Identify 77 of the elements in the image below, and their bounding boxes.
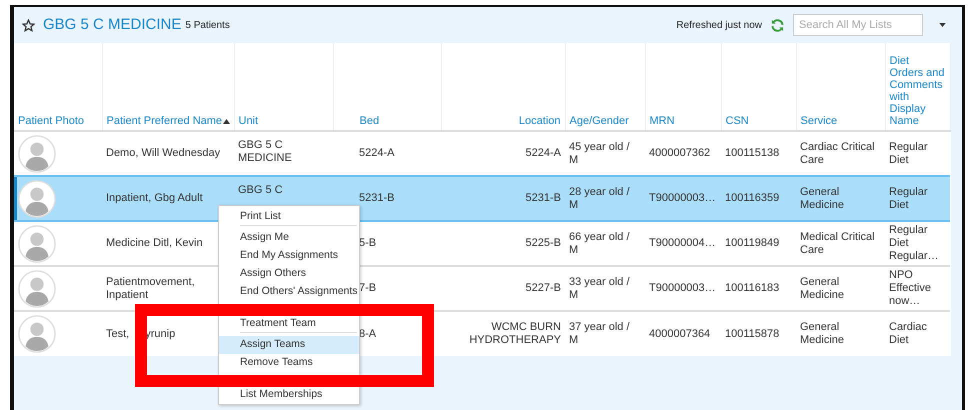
table-cell: Medical Critical Care [800, 230, 875, 256]
menu-item[interactable]: End My Assignments [219, 247, 359, 265]
sort-ascending-icon [222, 119, 230, 124]
table-cell: Medicine Ditl, Kevin [106, 237, 203, 249]
column-header[interactable]: Diet Orders and Comments with Display Name [890, 55, 946, 127]
table-cell: 5224-A [526, 147, 561, 159]
table-cell: T90000003… [649, 192, 716, 204]
caret-icon[interactable] [939, 23, 946, 27]
table-cell: 100115138 [725, 147, 780, 159]
table-cell: 5231-B [526, 192, 561, 204]
table-cell: NPO Effective now… [889, 269, 931, 307]
table-cell: 45 year old / M [569, 140, 630, 166]
table-cell: T90000004… [649, 237, 716, 249]
column-header[interactable]: Patient Preferred Name [106, 115, 222, 127]
table-cell: 5227-B [526, 282, 561, 294]
table-cell: 100116359 [725, 192, 780, 204]
table-cell: 4000007362 [649, 147, 710, 159]
table-cell: Demo, Will Wednesday [106, 147, 220, 159]
table-cell: 100116183 [725, 282, 780, 294]
menu-item[interactable]: Assign Teams [219, 336, 359, 354]
table-cell: 66 year old / M [569, 230, 630, 256]
table-cell: 5-B [359, 237, 376, 249]
table-cell: 5224-A [359, 147, 394, 159]
photo-cell[interactable] [14, 266, 102, 311]
refresh-icon[interactable] [770, 18, 785, 32]
avatar-icon [18, 134, 56, 172]
avatar-icon [18, 315, 56, 353]
patient-count: 5 Patients [185, 18, 230, 32]
table-cell: General Medicine [800, 186, 844, 210]
table-cell: Regular Diet [889, 140, 928, 166]
table-cell: Test, [106, 328, 130, 340]
table-cell: 5225-B [526, 237, 561, 249]
table-cell: Cardiac Diet [889, 321, 927, 346]
table-cell: Regular Diet Regular… [889, 224, 939, 262]
table-cell: 8-A [359, 328, 376, 340]
photo-cell[interactable] [14, 311, 102, 356]
photo-cell[interactable] [14, 131, 102, 176]
column-header[interactable]: Patient Photo [18, 115, 98, 127]
refresh-status: Refreshed just now [676, 18, 762, 32]
column-header[interactable]: Bed [360, 115, 436, 127]
column-header[interactable]: MRN [650, 115, 716, 127]
table-cell: GBG 5 C MEDICINE [238, 139, 292, 164]
avatar-icon [18, 270, 56, 308]
menu-item[interactable]: End Others' Assignments [219, 283, 359, 301]
menu-item[interactable]: Remove Teams [219, 354, 359, 372]
table-cell: 37 year old / M [569, 321, 630, 346]
photo-cell[interactable] [14, 176, 102, 221]
table-cell: 7-B [359, 282, 376, 294]
table-cell: 28 year old / M [569, 186, 630, 210]
star-icon[interactable] [22, 18, 35, 32]
avatar-icon [18, 224, 56, 262]
table-cell: Inpatient, Gbg Adult [106, 192, 203, 204]
table-cell: Regular Diet [889, 186, 928, 210]
table-cell: 5231-B [359, 192, 394, 204]
search-field[interactable]: Search All My Lists [793, 14, 923, 36]
table-cell: Patientmovement, Inpatient [106, 276, 195, 300]
menu-item[interactable]: Assign Me [219, 229, 359, 247]
table-cell: 100115878 [725, 328, 780, 340]
table-cell: T90000003… [649, 282, 716, 294]
column-header[interactable]: Age/Gender [570, 115, 640, 127]
menu-item[interactable]: List Memberships [219, 386, 359, 404]
table-cell: 4000007364 [649, 328, 710, 340]
column-header[interactable]: Unit [238, 115, 328, 127]
table-cell: Cardiac Critical Care [800, 140, 875, 166]
avatar-icon [18, 180, 56, 218]
photo-cell[interactable] [14, 221, 102, 266]
column-header[interactable]: Location [446, 115, 560, 127]
table-cell: GBG 5 C [238, 184, 283, 196]
table-cell: WCMC BURN HYDROTHERAPY [469, 321, 561, 346]
table-cell: 33 year old / M [569, 276, 630, 300]
menu-item[interactable]: Assign Others [219, 265, 359, 283]
table-cell: General Medicine [800, 276, 844, 300]
table-cell: General Medicine [800, 321, 844, 346]
column-header[interactable]: CSN [726, 115, 792, 127]
column-header[interactable]: Service [800, 115, 880, 127]
list-title[interactable]: GBG 5 C MEDICINE [43, 14, 182, 36]
table-cell: 100119849 [725, 237, 780, 249]
